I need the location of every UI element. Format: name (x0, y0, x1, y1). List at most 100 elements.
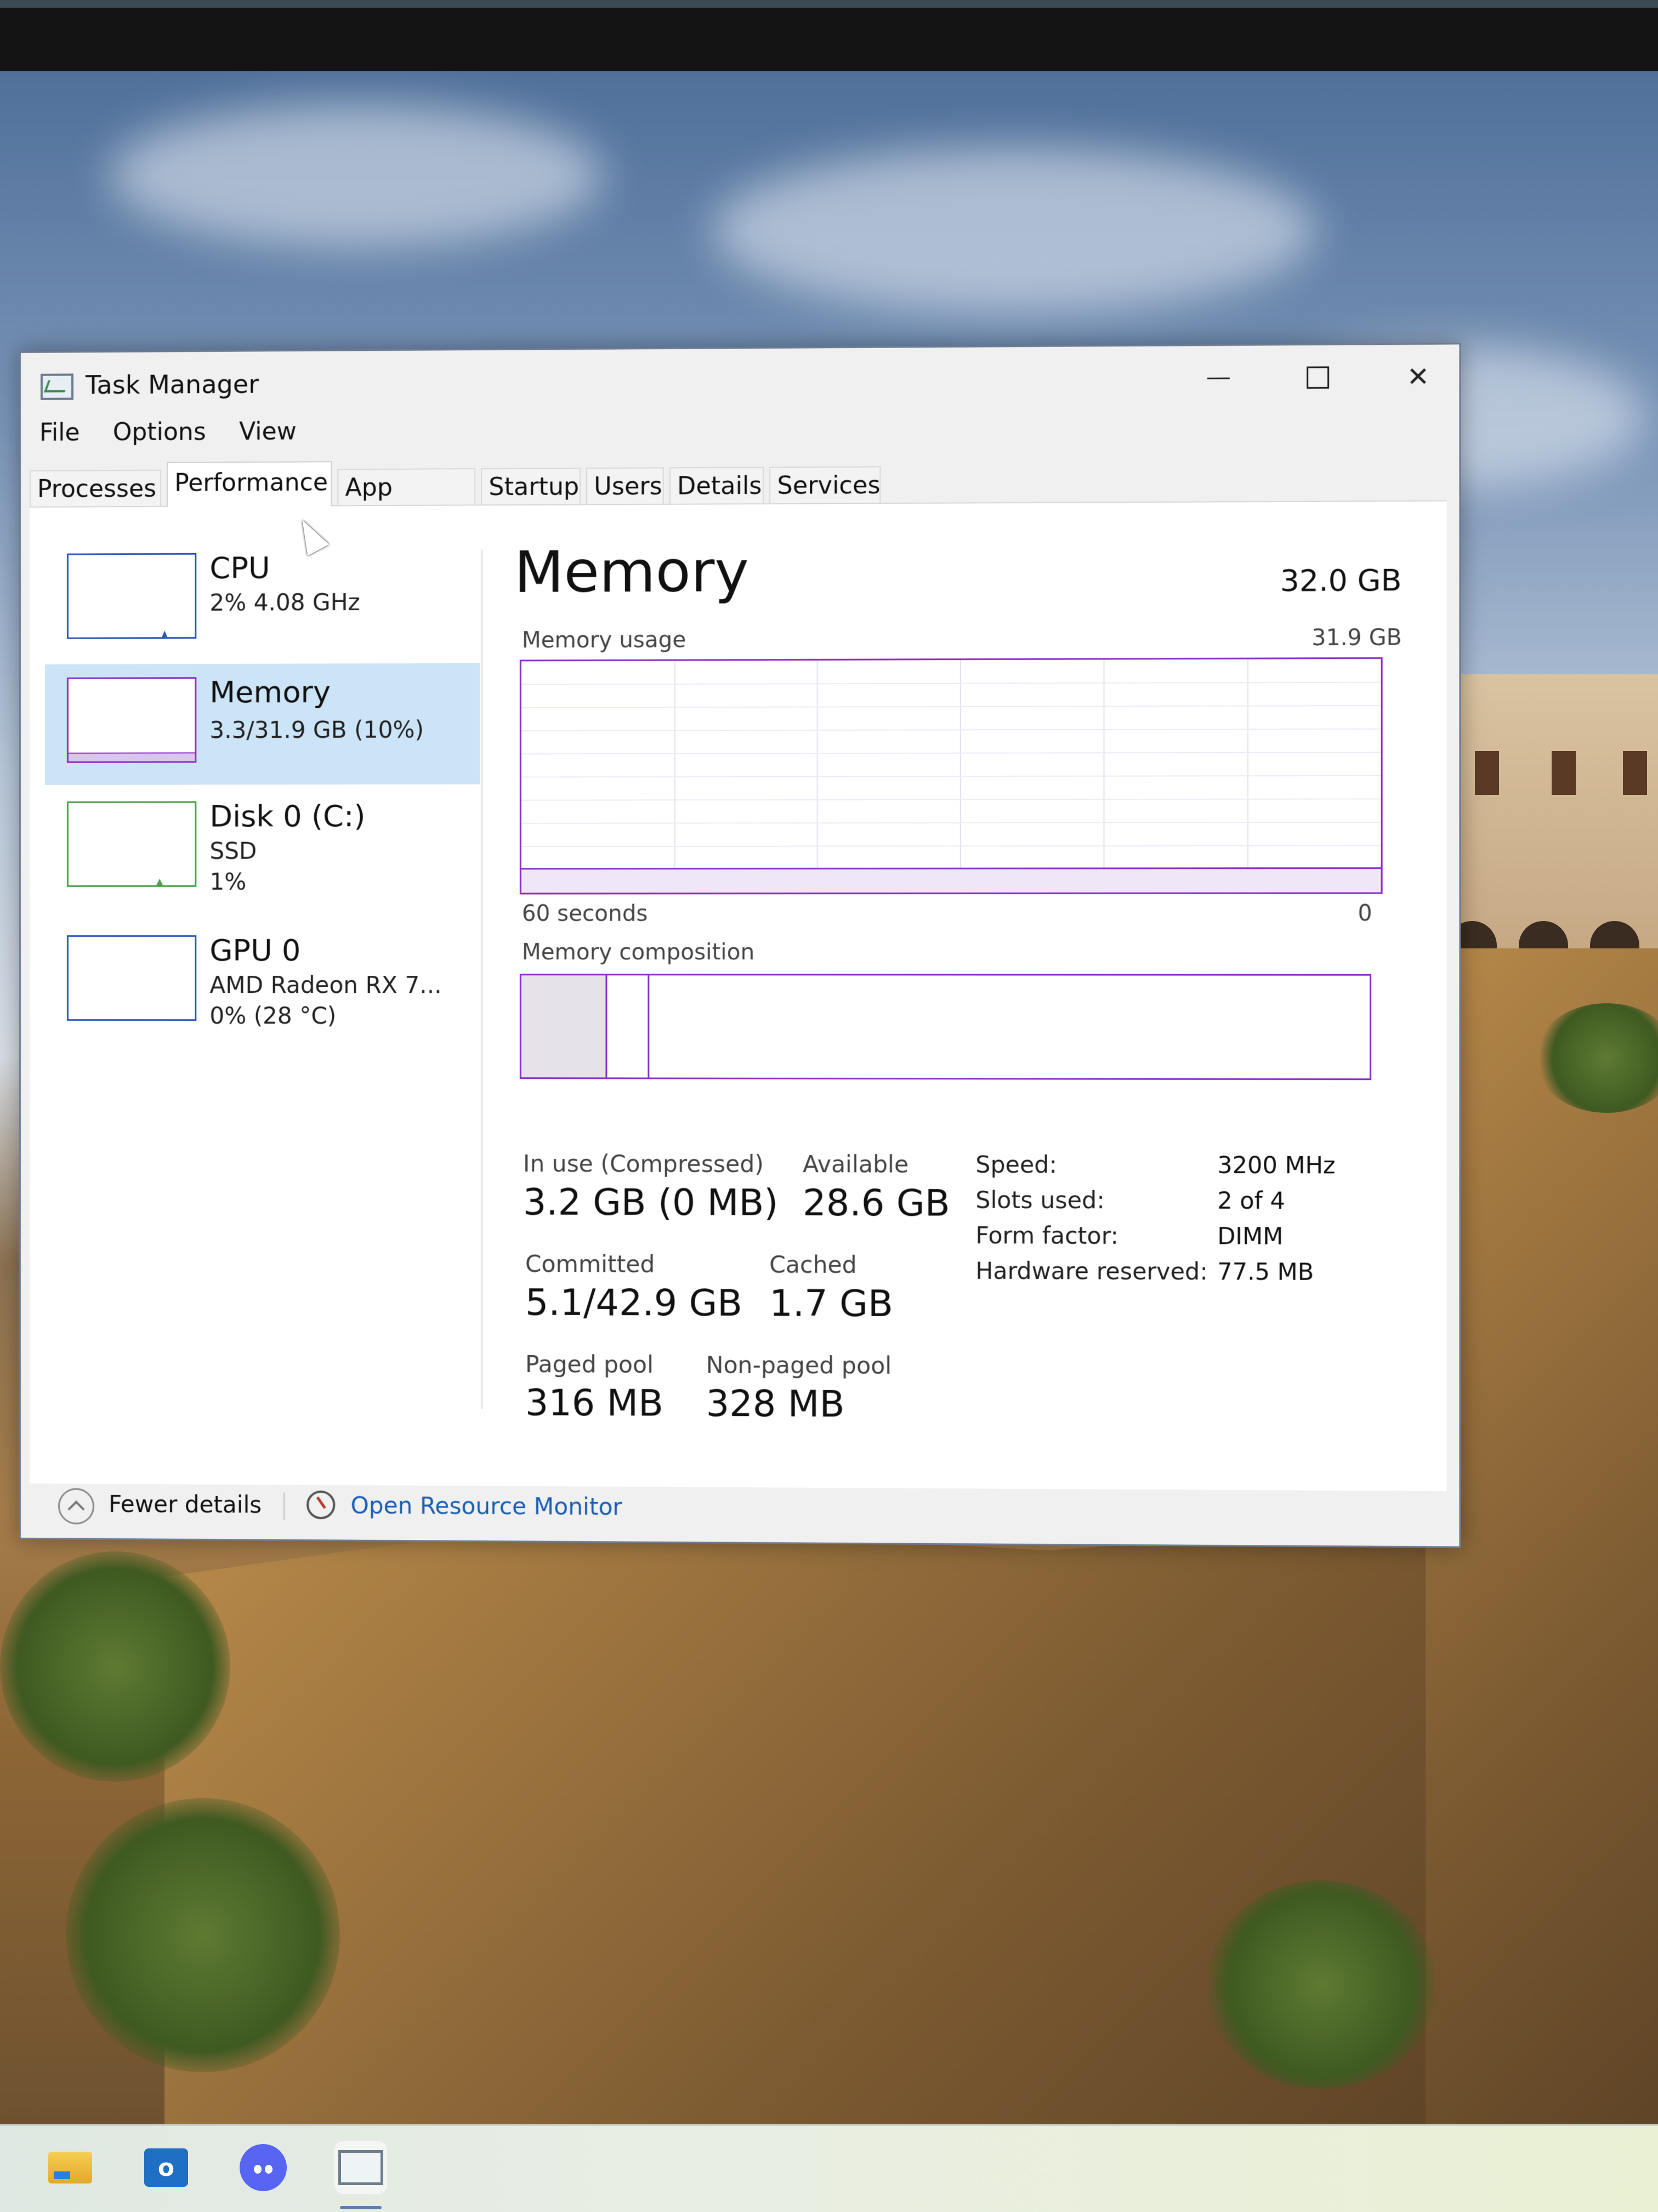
non-paged-pool-label: Non-paged pool (706, 1351, 892, 1379)
spec-value: 2 of 4 (1217, 1187, 1285, 1215)
title-bar[interactable]: Task Manager ✕ (21, 344, 1459, 413)
tab-processes[interactable]: Processes (29, 469, 162, 507)
spec-label: Slots used: (975, 1186, 1105, 1214)
sidebar-item-memory[interactable]: Memory 3.3/31.9 GB (10%) (44, 663, 480, 785)
fewer-details-button[interactable] (58, 1488, 95, 1525)
menu-options[interactable]: Options (113, 418, 206, 446)
memory-total: 32.0 GB (1280, 562, 1402, 599)
footer-divider (283, 1492, 285, 1520)
spec-value: 77.5 MB (1217, 1258, 1314, 1286)
performance-pane: CPU 2% 4.08 GHz Memory 3.3/31.9 GB (10%)… (29, 501, 1447, 1492)
graph-time-left: 60 seconds (521, 901, 648, 926)
menu-file[interactable]: File (39, 418, 80, 446)
memory-composition-label: Memory composition (521, 939, 755, 965)
sidebar-item-label: Memory (209, 674, 331, 710)
discord-icon[interactable] (237, 2141, 289, 2194)
page-title: Memory (514, 537, 749, 606)
monitor-bezel (0, 0, 1658, 71)
task-manager-taskbar-icon[interactable] (334, 2141, 387, 2194)
tab-startup[interactable]: Startup (481, 468, 581, 505)
memory-usage-graph (519, 657, 1383, 895)
shrub (66, 1798, 340, 2072)
composition-modified (605, 975, 650, 1078)
outlook-icon[interactable]: o (140, 2141, 192, 2194)
spec-label: Hardware reserved: (975, 1257, 1208, 1286)
sidebar-item-label: GPU 0 (209, 932, 301, 968)
resource-monitor-icon[interactable] (306, 1490, 336, 1520)
sidebar-item-gpu[interactable]: GPU 0 AMD Radeon RX 7... 0% (28 °C) (45, 922, 480, 1043)
tab-performance[interactable]: Performance (167, 461, 332, 507)
shrub (0, 1551, 230, 1782)
in-use-value: 3.2 GB (0 MB) (523, 1181, 779, 1224)
file-explorer-icon[interactable] (44, 2141, 96, 2194)
sidebar-item-disk[interactable]: Disk 0 (C:) SSD 1% (45, 788, 480, 909)
minimize-button[interactable] (1185, 356, 1252, 401)
sidebar-item-detail: AMD Radeon RX 7... (209, 971, 442, 999)
memory-usage-area (521, 867, 1381, 893)
committed-label: Committed (525, 1250, 655, 1278)
grid-line (521, 799, 1381, 800)
open-resource-monitor-link[interactable]: Open Resource Monitor (351, 1492, 622, 1520)
cached-value: 1.7 GB (769, 1282, 894, 1326)
footer-bar: Fewer details Open Resource Monitor (21, 1471, 1459, 1540)
grid-line (521, 706, 1381, 708)
menu-view[interactable]: View (239, 417, 297, 446)
grid-line (521, 776, 1381, 777)
task-manager-window: Task Manager ✕ File Options View Process… (19, 343, 1461, 1548)
memory-usage-label: Memory usage (521, 627, 686, 653)
menu-bar: File Options View (39, 417, 322, 452)
paged-pool-label: Paged pool (525, 1350, 654, 1378)
taskbar: o (0, 2124, 1658, 2212)
shrub (1206, 1880, 1436, 2089)
available-label: Available (803, 1150, 909, 1178)
minimize-icon (1207, 377, 1230, 379)
grid-line (521, 846, 1381, 847)
spec-value: DIMM (1217, 1222, 1284, 1250)
spec-label: Form factor: (975, 1221, 1118, 1250)
sidebar-item-detail: 3.3/31.9 GB (10%) (209, 716, 424, 744)
tab-services[interactable]: Services (769, 466, 881, 503)
tab-users[interactable]: Users (586, 467, 664, 504)
cpu-thumbnail-graph (66, 553, 197, 639)
grid-line (521, 683, 1381, 685)
sidebar-item-label: CPU (209, 550, 270, 585)
composition-in-use (521, 975, 607, 1078)
fewer-details-link[interactable]: Fewer details (109, 1491, 262, 1519)
sidebar-divider[interactable] (481, 549, 483, 1409)
graph-grid (521, 659, 1381, 893)
window-title: Task Manager (85, 369, 259, 400)
tab-strip: Processes Performance App history Startu… (29, 459, 1447, 538)
spec-label: Speed: (975, 1151, 1057, 1179)
spec-value: 3200 MHz (1217, 1151, 1336, 1179)
grid-line (521, 752, 1381, 754)
memory-thumbnail-graph (66, 677, 197, 763)
available-value: 28.6 GB (803, 1181, 950, 1225)
tab-details[interactable]: Details (669, 467, 764, 504)
cached-label: Cached (769, 1251, 857, 1279)
cloud (110, 104, 603, 247)
sidebar-item-detail: 1% (209, 868, 247, 895)
close-button[interactable]: ✕ (1384, 355, 1452, 400)
gpu-thumbnail-graph (66, 935, 197, 1021)
maximize-icon (1307, 366, 1330, 389)
in-use-label: In use (Compressed) (523, 1150, 764, 1178)
memory-composition-bar (519, 974, 1372, 1081)
tab-app-history[interactable]: App history (337, 468, 476, 538)
resource-sidebar: CPU 2% 4.08 GHz Memory 3.3/31.9 GB (10%)… (30, 505, 480, 1442)
task-manager-icon (40, 373, 73, 400)
grid-line (521, 729, 1381, 731)
maximize-button[interactable] (1284, 355, 1352, 400)
graph-time-right: 0 (1358, 900, 1372, 926)
paged-pool-value: 316 MB (525, 1381, 663, 1425)
sidebar-item-detail: 0% (28 °C) (209, 1002, 337, 1030)
sidebar-item-detail: SSD (209, 837, 257, 865)
active-app-indicator (340, 2206, 382, 2209)
non-paged-pool-value: 328 MB (706, 1382, 845, 1426)
disk-thumbnail-graph (66, 801, 197, 887)
cloud (713, 148, 1316, 312)
close-icon: ✕ (1406, 361, 1430, 393)
sidebar-item-cpu[interactable]: CPU 2% 4.08 GHz (45, 539, 480, 661)
committed-value: 5.1/42.9 GB (525, 1281, 743, 1324)
sidebar-item-detail: 2% 4.08 GHz (209, 588, 360, 616)
sidebar-item-label: Disk 0 (C:) (209, 799, 366, 834)
